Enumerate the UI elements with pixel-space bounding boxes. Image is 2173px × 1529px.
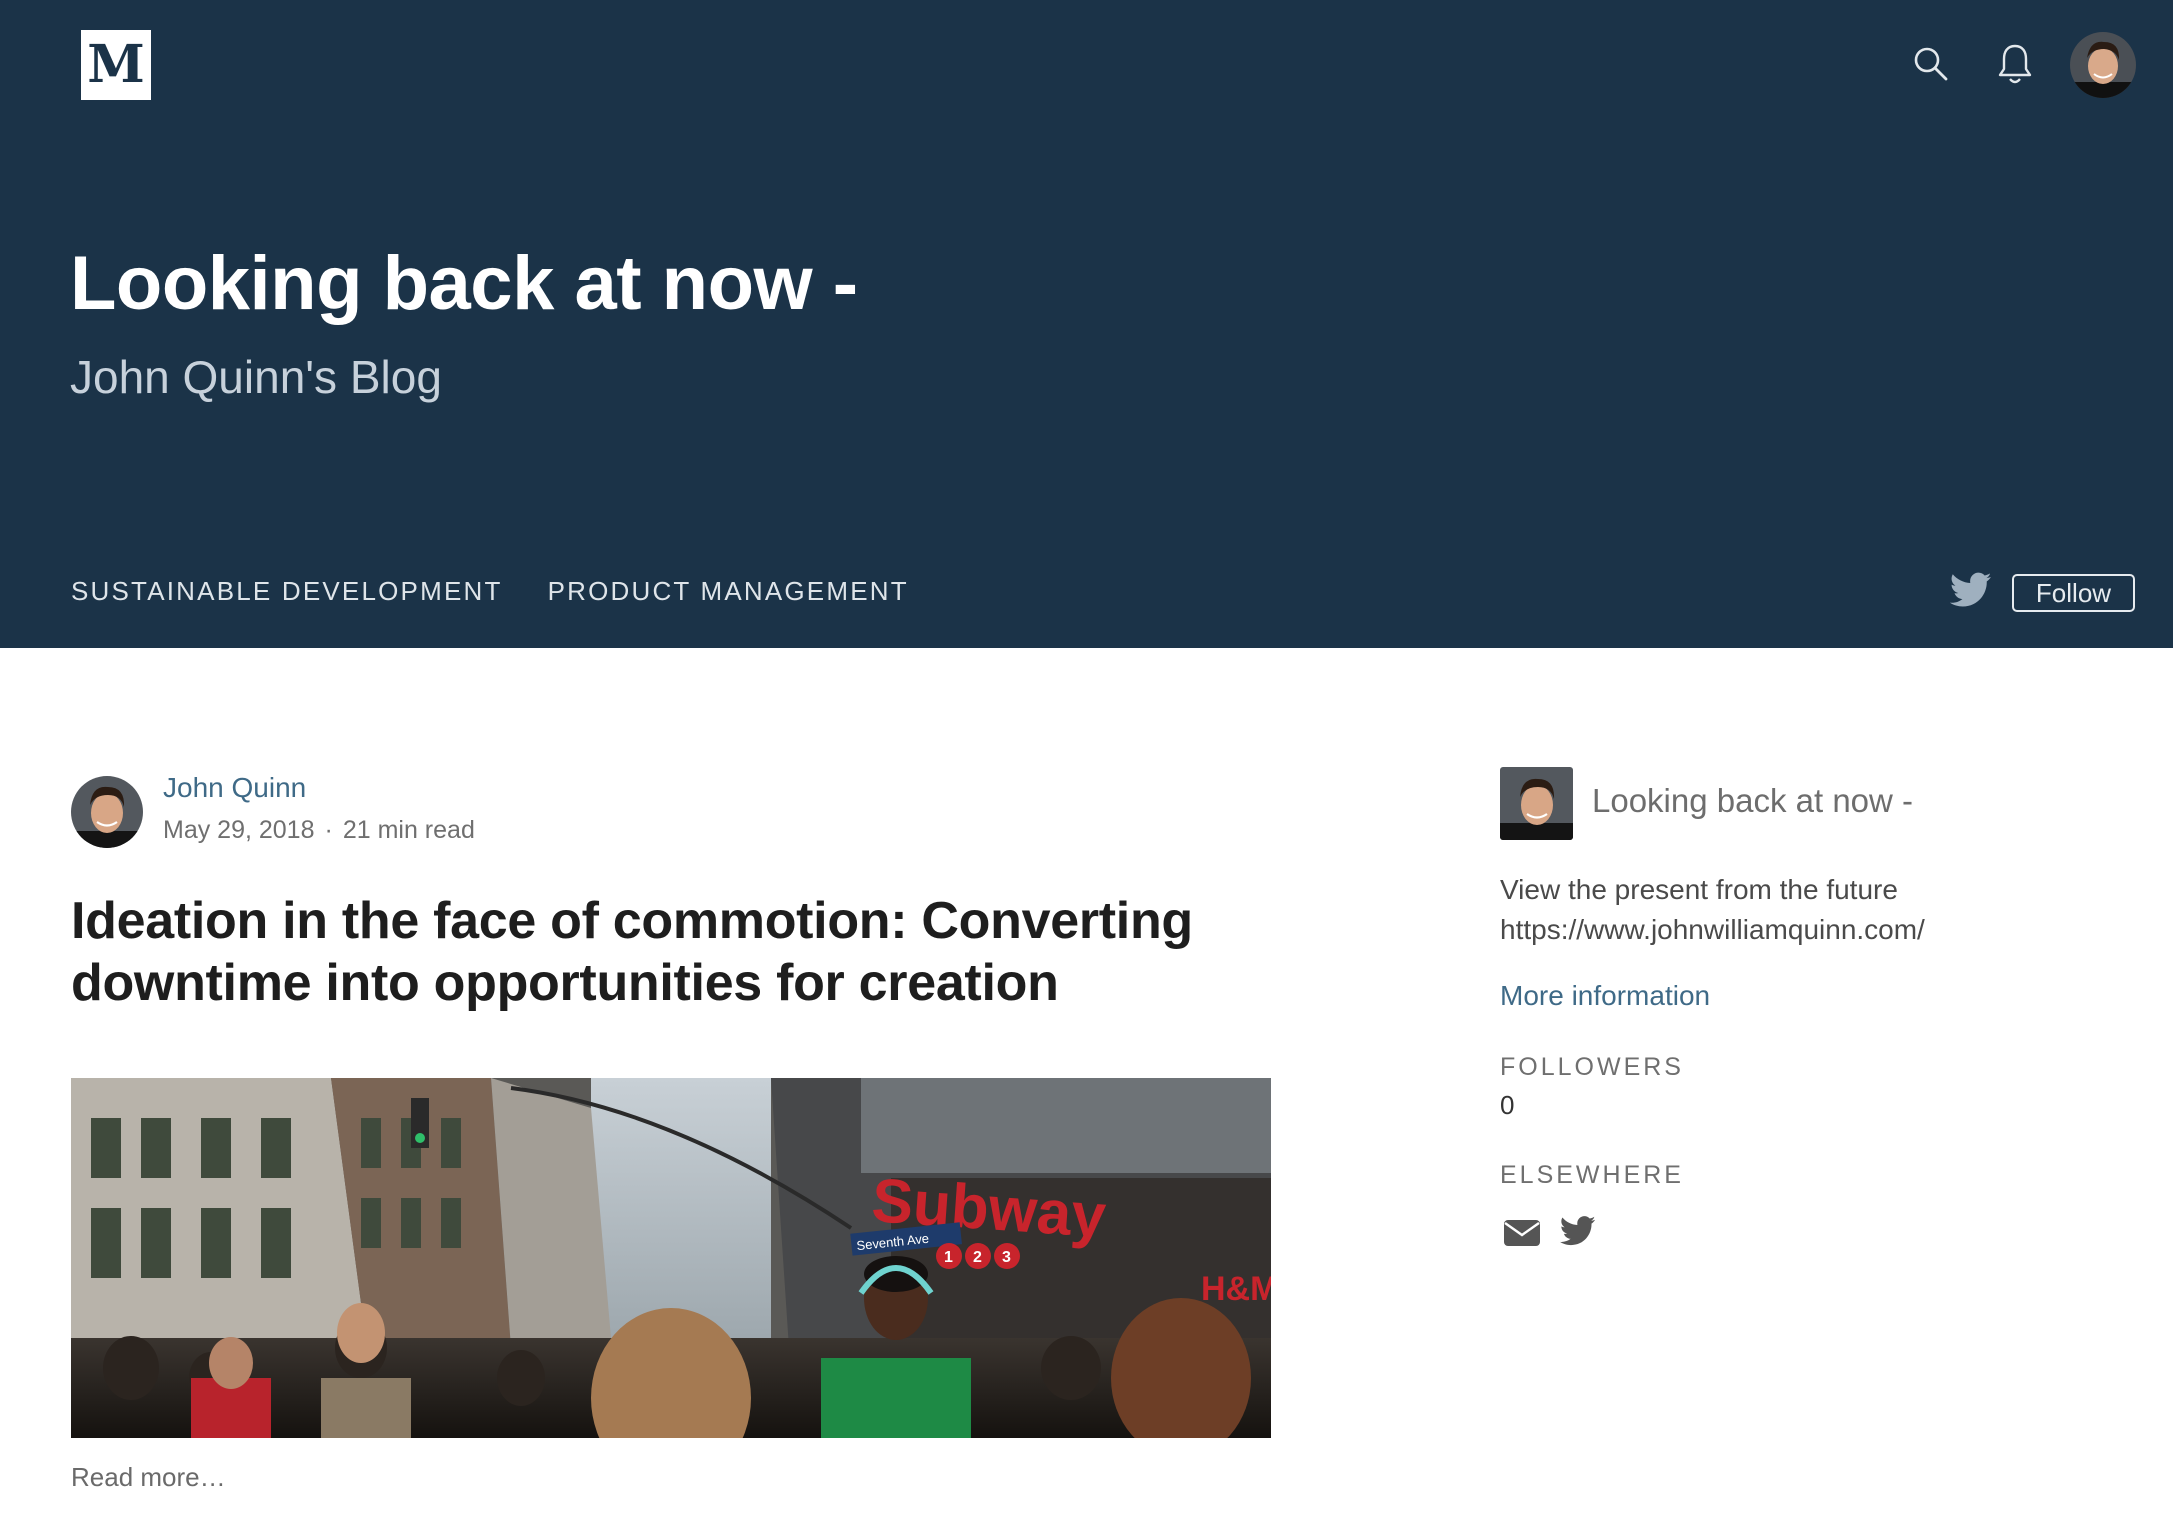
medium-logo-letter: M	[87, 34, 145, 95]
followers-count[interactable]: 0	[1500, 1090, 1514, 1121]
svg-text:2: 2	[973, 1249, 982, 1266]
post-title[interactable]: Ideation in the face of commotion: Conve…	[71, 890, 1301, 1014]
publication-header: M Looking back at now - John Quinn's Blo…	[0, 0, 2173, 648]
svg-text:3: 3	[1002, 1249, 1011, 1266]
nav-sustainable-development[interactable]: SUSTAINABLE DEVELOPMENT	[71, 576, 503, 607]
sidebar-publication-name[interactable]: Looking back at now -	[1592, 782, 1913, 820]
svg-text:H&M: H&M	[1201, 1270, 1271, 1308]
publication-avatar[interactable]	[1500, 767, 1573, 840]
svg-text:1: 1	[944, 1249, 953, 1266]
twitter-icon[interactable]	[1559, 1216, 1598, 1250]
publication-title: Looking back at now -	[70, 241, 858, 326]
description-line: View the present from the future	[1500, 874, 1898, 905]
meta-separator: ·	[324, 816, 333, 844]
more-information-link[interactable]: More information	[1500, 980, 1710, 1012]
author-name[interactable]: John Quinn	[163, 772, 306, 804]
search-icon[interactable]	[1910, 43, 1952, 85]
medium-logo[interactable]: M	[81, 30, 151, 100]
mail-icon[interactable]	[1503, 1218, 1541, 1248]
followers-label: FOLLOWERS	[1500, 1053, 1684, 1081]
read-time: 21 min read	[342, 816, 475, 844]
post-cover-image[interactable]: Subway Seventh Ave 1 2 3 H&M	[71, 1078, 1271, 1438]
read-more-link[interactable]: Read more…	[71, 1462, 226, 1493]
publication-description: View the present from the future https:/…	[1500, 870, 1925, 950]
publication-subtitle: John Quinn's Blog	[70, 351, 442, 403]
user-avatar[interactable]	[2070, 32, 2136, 98]
bell-icon[interactable]	[1994, 41, 2036, 87]
post-date[interactable]: May 29, 2018	[163, 816, 315, 844]
description-url: https://www.johnwilliamquinn.com/	[1500, 914, 1925, 945]
post-meta: May 29, 2018 · 21 min read	[163, 816, 475, 845]
elsewhere-label: ELSEWHERE	[1500, 1161, 1684, 1189]
follow-button[interactable]: Follow	[2012, 574, 2135, 612]
author-avatar[interactable]	[71, 776, 143, 848]
twitter-icon[interactable]	[1949, 572, 1992, 610]
publication-nav: SUSTAINABLE DEVELOPMENT PRODUCT MANAGEME…	[71, 576, 909, 607]
nav-product-management[interactable]: PRODUCT MANAGEMENT	[548, 576, 909, 607]
